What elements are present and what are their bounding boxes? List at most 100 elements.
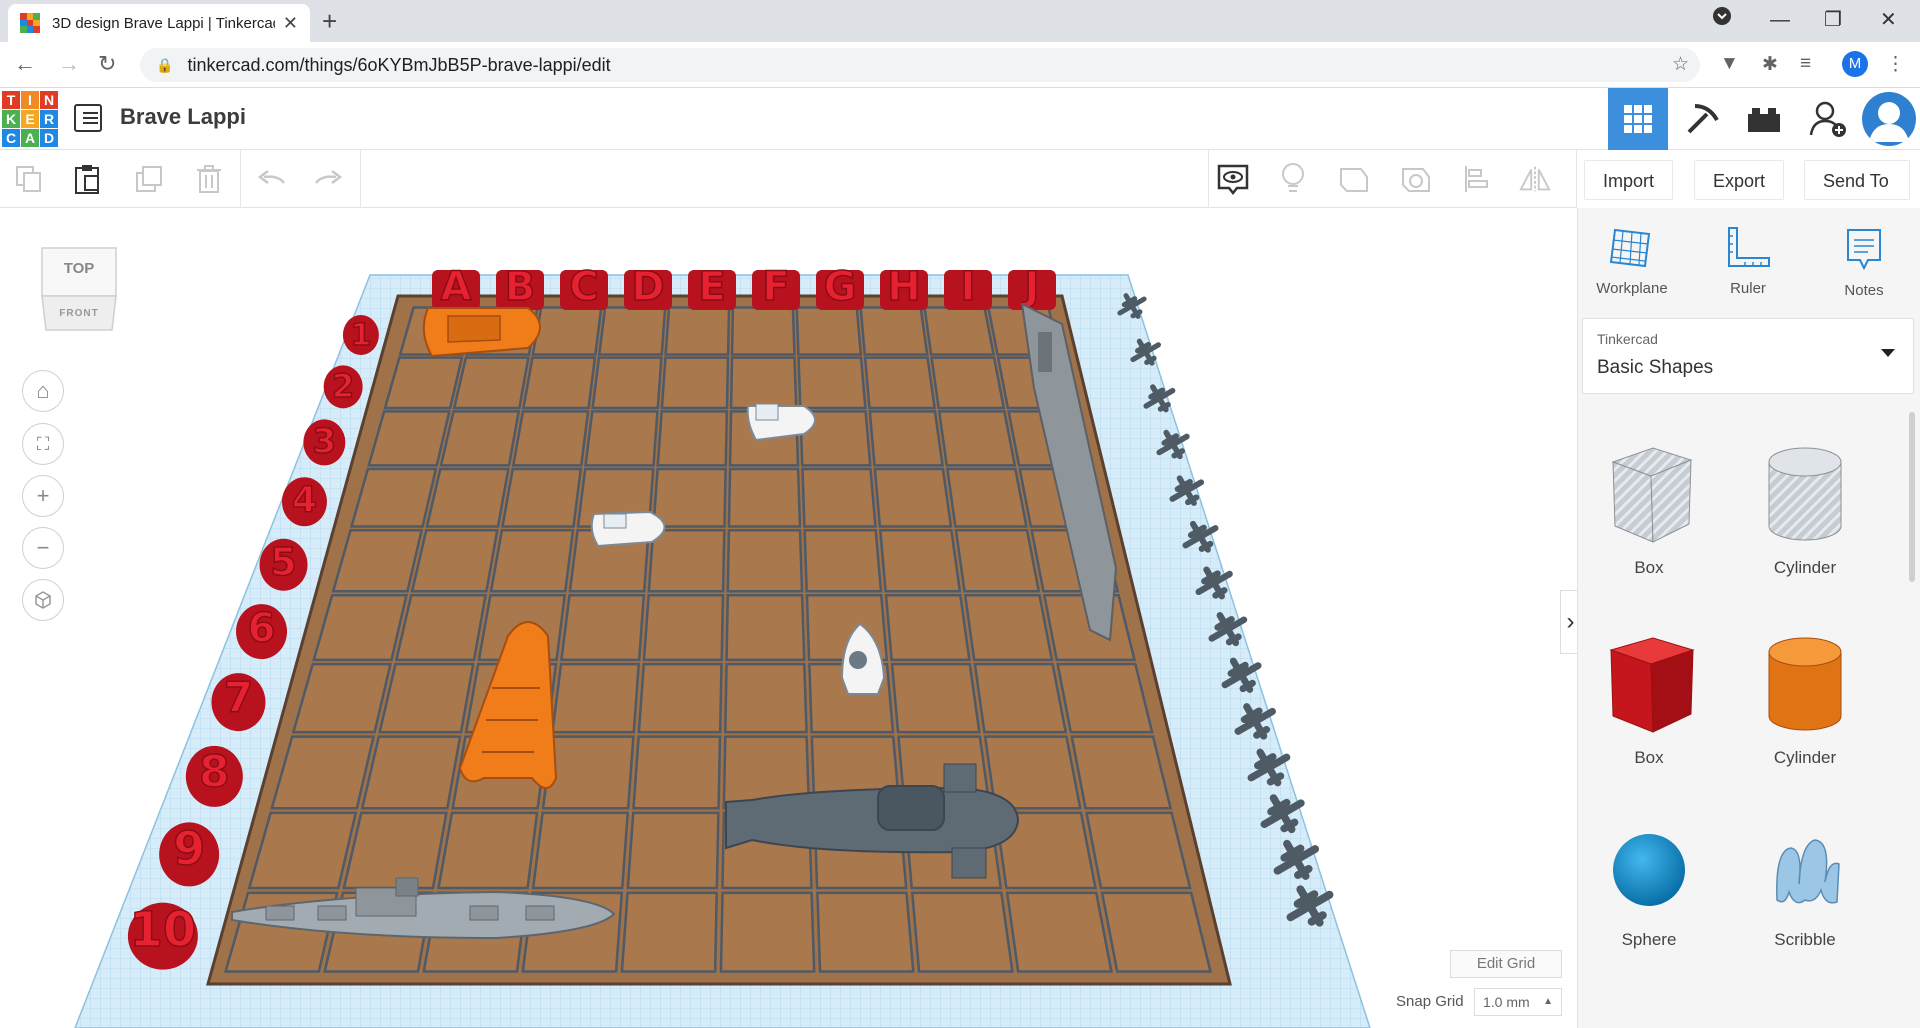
board-cell [890,662,981,734]
column-letter[interactable]: I [944,263,992,311]
row-number[interactable]: 1 [342,314,379,355]
column-letter[interactable]: G [816,263,864,311]
shape-hole-icon[interactable] [1398,162,1432,196]
shape-label: Box [1634,748,1664,767]
column-letter[interactable]: E [688,263,736,311]
restore-icon[interactable]: ❐ [1824,6,1842,34]
view-cube[interactable]: TOP FRONT [38,242,120,332]
bricks-button[interactable] [1734,88,1794,150]
invite-user-button[interactable] [1798,88,1858,150]
column-letter[interactable]: H [880,263,928,311]
redo-icon[interactable] [312,162,346,196]
show-hide-notes-icon[interactable] [1216,162,1250,196]
codeblocks-button[interactable] [1672,88,1732,150]
orange-raft-small[interactable] [422,307,541,358]
snap-grid-select[interactable]: 1.0 mm ▲ [1474,988,1562,1016]
copy-icon[interactable] [12,162,46,196]
row-number[interactable]: 6 [236,604,288,660]
toolbar-divider [240,150,241,208]
extensions-puzzle-icon[interactable]: ✱ [1762,53,1778,76]
workplane-tool[interactable]: Workplane [1582,226,1682,297]
shape-box[interactable]: Box [1584,628,1714,768]
edit-grid-button[interactable]: Edit Grid [1450,950,1562,978]
row-number[interactable]: 3 [303,419,346,466]
column-letter[interactable]: C [560,263,608,311]
lightbulb-icon[interactable] [1276,162,1310,196]
hole-box-icon [1611,447,1693,543]
3d-design-view-button[interactable] [1608,88,1668,150]
tab-search-icon[interactable] [1712,6,1732,34]
row-number[interactable]: 2 [323,365,363,409]
board-cell [500,467,583,528]
reload-icon[interactable]: ↻ [98,50,116,78]
board-cell [349,467,438,528]
row-number[interactable]: 7 [211,672,266,732]
browser-profile-avatar[interactable]: M [1842,51,1868,77]
design-list-icon[interactable] [74,104,102,132]
close-window-icon[interactable]: ✕ [1880,6,1897,34]
shape-sphere[interactable]: Sphere [1584,820,1714,950]
design-title[interactable]: Brave Lappi [120,104,246,130]
viewcube-top-label[interactable]: TOP [38,260,120,277]
row-number[interactable]: 8 [185,746,243,807]
media-playlist-icon[interactable]: ≡ [1800,53,1811,75]
projection-toggle-button[interactable] [22,579,64,621]
forward-icon[interactable]: → [58,50,80,78]
column-letter-text: A [441,264,472,310]
fit-all-button[interactable]: ⛶ [22,423,64,465]
browser-menu-icon[interactable]: ⋮ [1886,53,1905,76]
url-field[interactable]: 🔒 tinkercad.com/things/6oKYBmJbB5P-brave… [140,48,1700,82]
user-avatar[interactable] [1862,92,1916,146]
white-boat-2[interactable] [590,510,666,548]
tinkercad-logo[interactable]: T I N K E R C A D [2,91,58,147]
extension-shield-icon[interactable]: ▼ [1720,53,1739,75]
shape-scribble[interactable]: Scribble [1740,820,1870,950]
column-letter[interactable]: F [752,263,800,311]
shape-box-hole[interactable]: Box [1584,438,1714,578]
column-letter[interactable]: A [432,263,480,311]
3d-workplane-canvas[interactable]: ABCDEFGHIJ 1 2 3 4 5 6 7 8 9 10 › Edit G… [0,208,1577,1028]
shapes-panel: Workplane Ruler Notes Tinkercad Basic Sh… [1577,208,1920,1028]
duplicate-icon[interactable] [132,162,166,196]
home-view-button[interactable]: ⌂ [22,370,64,412]
import-button[interactable]: Import [1584,160,1674,200]
bookmark-star-icon[interactable]: ☆ [1672,53,1689,76]
mirror-icon[interactable] [1518,162,1552,196]
shape-solid-icon[interactable] [1336,162,1370,196]
notes-tool[interactable]: Notes [1814,226,1914,299]
ruler-tool[interactable]: Ruler [1698,226,1798,297]
new-tab-button[interactable]: + [322,6,337,36]
close-tab-icon[interactable]: ✕ [283,13,298,34]
white-boat-1[interactable] [746,403,816,442]
board-cell [360,735,462,810]
row-number[interactable]: 10 [127,901,198,970]
shape-cylinder[interactable]: Cylinder [1740,628,1870,768]
export-button[interactable]: Export [1694,160,1785,200]
collapse-panel-button[interactable]: › [1560,590,1577,654]
column-letter[interactable]: D [624,263,672,311]
workplane-scene[interactable]: ABCDEFGHIJ 1 2 3 4 5 6 7 8 9 10 [0,208,1577,1028]
column-letter[interactable]: B [496,263,544,311]
align-icon[interactable] [1460,162,1494,196]
shape-cylinder-hole[interactable]: Cylinder [1740,438,1870,578]
minimize-icon[interactable]: — [1770,6,1790,34]
row-number[interactable]: 4 [281,477,327,527]
board-cell [719,891,816,973]
shapes-scrollbar[interactable] [1909,412,1915,582]
column-letter[interactable]: J [1008,263,1056,311]
board-cell [795,306,863,356]
zoom-out-button[interactable]: − [22,527,64,569]
send-to-button[interactable]: Send To [1804,160,1910,200]
row-number[interactable]: 5 [259,538,308,591]
board-cell [1100,891,1213,973]
delete-icon[interactable] [192,162,226,196]
brick-icon [1748,108,1780,132]
paste-icon[interactable] [70,162,104,196]
dropdown-arrow-icon [1881,349,1895,357]
shape-library-select[interactable]: Tinkercad Basic Shapes [1582,318,1914,394]
zoom-in-button[interactable]: + [22,475,64,517]
viewcube-front-label[interactable]: FRONT [38,308,120,319]
undo-icon[interactable] [254,162,288,196]
back-icon[interactable]: ← [14,50,36,78]
browser-tab[interactable]: 3D design Brave Lappi | Tinkercad ✕ [8,4,310,42]
